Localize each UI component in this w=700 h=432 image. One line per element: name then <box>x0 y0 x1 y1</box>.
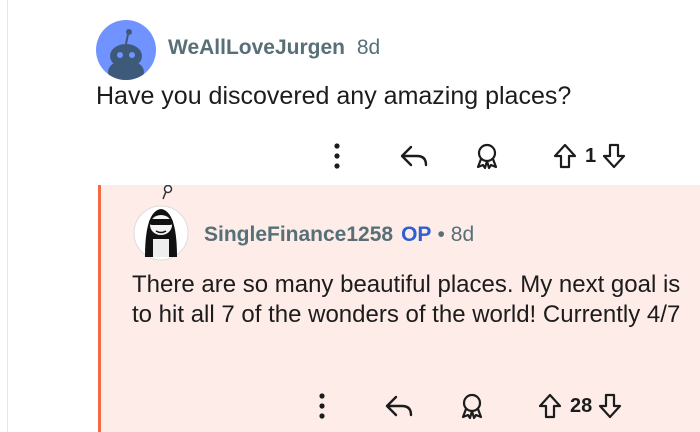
reply-age: 8d <box>450 223 475 246</box>
reply-actions: 28 <box>312 388 622 424</box>
more-vertical-icon <box>319 393 325 419</box>
reply-text: There are so many beautiful places. My n… <box>132 271 681 328</box>
upvote-button[interactable] <box>538 388 562 424</box>
more-vertical-icon <box>334 143 340 169</box>
avatar[interactable] <box>133 184 189 261</box>
upvote-arrow-icon <box>553 143 577 169</box>
reply-button[interactable] <box>384 388 414 424</box>
downvote-button[interactable] <box>598 388 622 424</box>
vote-score: 28 <box>570 394 593 417</box>
downvote-button[interactable] <box>602 138 626 174</box>
downvote-arrow-icon <box>603 143 626 169</box>
comment-actions: 1 <box>327 138 626 174</box>
username[interactable]: SingleFinance1258 <box>204 223 393 247</box>
award-icon <box>476 143 498 170</box>
username[interactable]: WeAllLoveJurgen <box>168 36 345 59</box>
upvote-button[interactable] <box>553 138 577 174</box>
separator-dot: • <box>437 223 445 246</box>
comment-text: Have you discovered any amazing places? <box>96 82 572 110</box>
downvote-arrow-icon <box>599 393 622 419</box>
reply-meta: SingleFinance1258 OP • 8d <box>204 223 474 247</box>
thread-line <box>0 0 8 432</box>
award-button[interactable] <box>473 138 501 174</box>
more-options-button[interactable] <box>327 138 347 174</box>
vote-score: 1 <box>585 144 597 167</box>
award-button[interactable] <box>458 388 486 424</box>
award-icon <box>461 393 483 420</box>
op-badge: OP <box>401 223 432 246</box>
upvote-arrow-icon <box>538 393 562 419</box>
reply-arrow-icon <box>400 145 428 167</box>
more-options-button[interactable] <box>312 388 332 424</box>
reply-arrow-icon <box>385 395 413 417</box>
comment-meta: WeAllLoveJurgen 8d <box>168 36 380 60</box>
reply-button[interactable] <box>399 138 429 174</box>
avatar[interactable] <box>96 20 156 80</box>
comment-age: 8d <box>356 36 381 59</box>
